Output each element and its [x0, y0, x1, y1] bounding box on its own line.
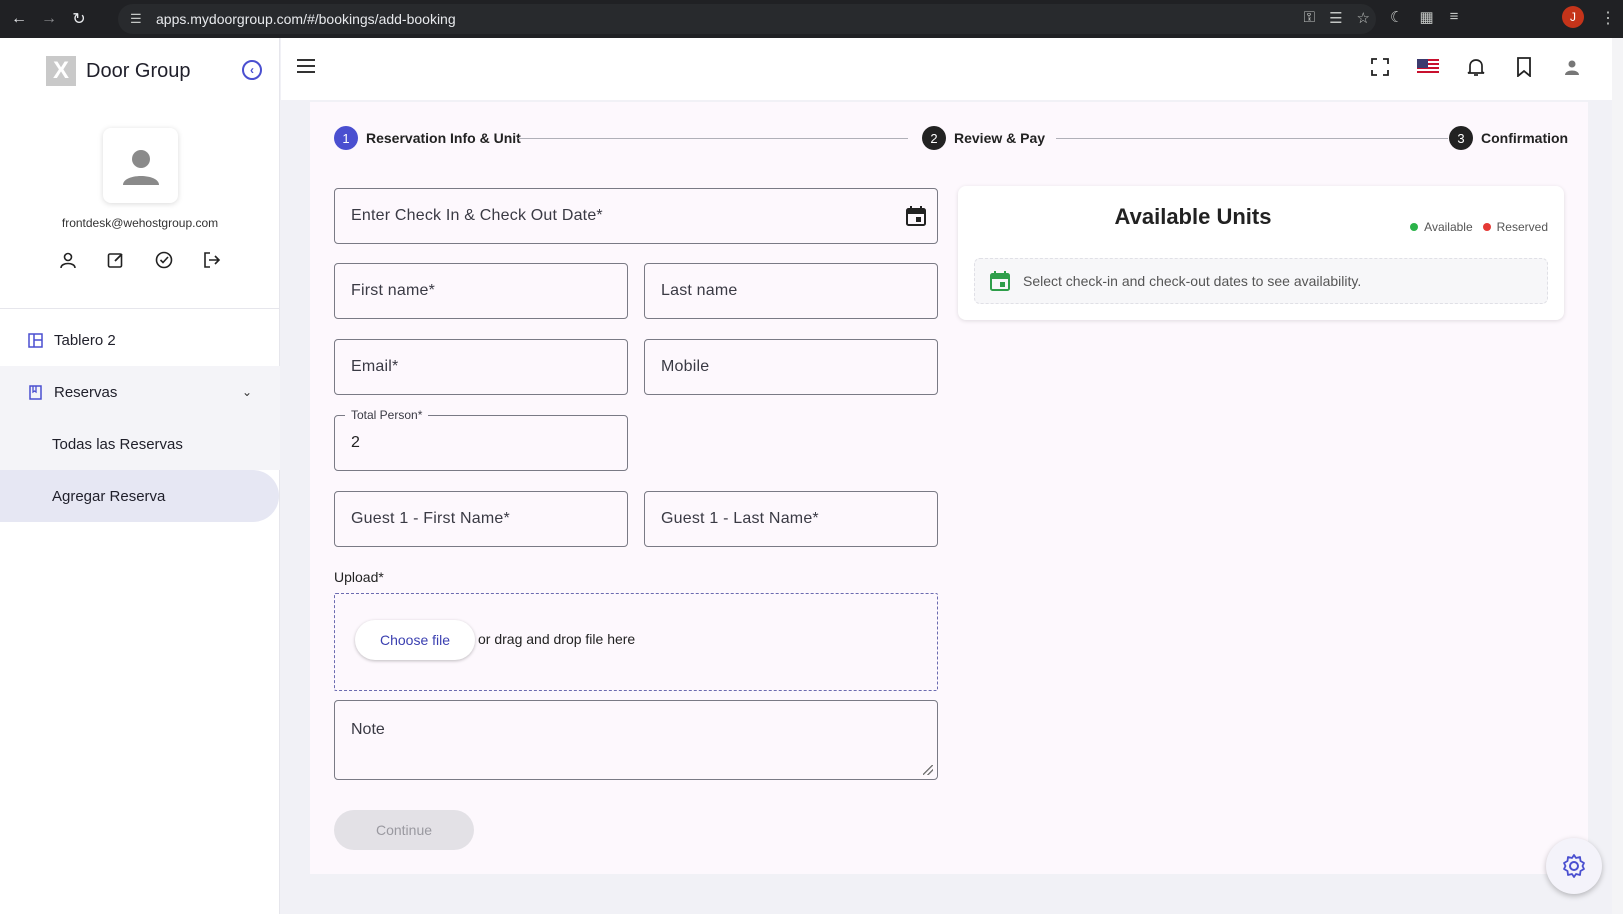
step-label: Reservation Info & Unit — [366, 130, 521, 146]
first-name-placeholder: First name* — [351, 282, 435, 299]
first-name-field[interactable]: First name* — [334, 263, 628, 319]
guest-last-name-field[interactable]: Guest 1 - Last Name* — [644, 491, 938, 547]
notification-bell-icon[interactable] — [1465, 56, 1487, 78]
booking-form-card: 1 Reservation Info & Unit 2 Review & Pay… — [310, 102, 1588, 874]
note-placeholder: Note — [351, 721, 385, 738]
last-name-placeholder: Last name — [661, 282, 738, 299]
reload-icon[interactable]: ↻ — [68, 8, 90, 30]
reserved-dot-icon — [1482, 223, 1491, 231]
available-units-title: Available Units — [1114, 204, 1272, 229]
avatar — [103, 128, 178, 203]
sidebar-item-label: Todas las Reservas — [52, 435, 183, 453]
choose-file-button[interactable]: Choose file — [355, 620, 475, 660]
mobile-placeholder: Mobile — [661, 358, 710, 375]
legend-available: Available — [1424, 220, 1473, 234]
total-person-field[interactable]: Total Person* 2 — [334, 408, 628, 471]
fullscreen-icon[interactable] — [1369, 56, 1391, 78]
collapse-sidebar-icon[interactable]: ‹ — [242, 60, 262, 80]
sidebar-item-label: Tablero 2 — [54, 331, 116, 349]
chevron-down-icon[interactable]: ⌄ — [242, 385, 252, 399]
mobile-field[interactable]: Mobile — [644, 339, 938, 395]
availability-hint: Select check-in and check-out dates to s… — [974, 258, 1548, 304]
calendar-green-icon — [990, 271, 1010, 291]
profile-icon[interactable] — [56, 248, 80, 272]
bookmark-icon[interactable] — [1513, 56, 1535, 78]
reading-list-icon[interactable]: ≡ — [1450, 8, 1459, 26]
forward-icon[interactable]: → — [38, 8, 60, 30]
bookmark-star-icon[interactable]: ☆ — [1357, 9, 1370, 27]
guest-first-name-field[interactable]: Guest 1 - First Name* — [334, 491, 628, 547]
upload-dropzone[interactable]: Choose file or drag and drop file here — [334, 593, 938, 691]
email-field[interactable]: Email* — [334, 339, 628, 395]
available-units-panel: Available Units Available Reserved Selec… — [958, 186, 1564, 320]
step-reservation-info: 1 Reservation Info & Unit — [334, 126, 521, 150]
edit-icon[interactable] — [104, 248, 128, 272]
address-bar[interactable]: ☰ apps.mydoorgroup.com/#/bookings/add-bo… — [118, 4, 1376, 34]
app-header — [281, 38, 1623, 100]
brand-name: Door Group — [86, 59, 191, 82]
check-circle-icon[interactable] — [152, 248, 176, 272]
legend-reserved: Reserved — [1496, 220, 1548, 234]
url-text[interactable]: apps.mydoorgroup.com/#/bookings/add-book… — [156, 11, 456, 27]
last-name-field[interactable]: Last name — [644, 263, 938, 319]
calendar-icon[interactable] — [905, 205, 927, 227]
step-confirmation: 3 Confirmation — [1449, 126, 1568, 150]
note-textarea[interactable]: Note — [334, 700, 938, 780]
user-email: frontdesk@wehostgroup.com — [61, 216, 219, 230]
step-label: Review & Pay — [954, 130, 1046, 146]
step-connector — [518, 138, 908, 139]
site-info-icon[interactable]: ☰ — [130, 11, 148, 27]
step-connector — [1056, 138, 1448, 139]
available-dot-icon — [1410, 223, 1419, 231]
resize-handle-icon[interactable] — [923, 765, 933, 775]
browser-toolbar: ← → ↻ ☰ apps.mydoorgroup.com/#/bookings/… — [0, 0, 1623, 38]
user-menu-icon[interactable] — [1561, 56, 1583, 78]
step-label: Confirmation — [1481, 130, 1569, 146]
sidebar-item-todas-las-reservas[interactable]: Todas las Reservas — [0, 418, 280, 470]
extensions-icon[interactable]: ▦ — [1419, 8, 1433, 26]
booking-stepper: 1 Reservation Info & Unit 2 Review & Pay… — [334, 126, 1568, 152]
continue-button[interactable]: Continue — [334, 810, 474, 850]
page-scrollbar[interactable] — [1612, 38, 1623, 914]
step-number: 3 — [1449, 126, 1473, 150]
availability-legend: Available Reserved — [1410, 220, 1548, 234]
profile-avatar[interactable]: J — [1562, 6, 1584, 28]
browser-menu-icon[interactable]: ⋮ — [1600, 8, 1616, 28]
dashboard-icon — [26, 332, 44, 348]
menu-icon[interactable] — [297, 59, 315, 73]
sidebar-item-reservas[interactable]: Reservas ⌄ — [0, 366, 280, 418]
sidebar-item-label: Agregar Reserva — [52, 487, 166, 505]
sidebar: X Door Group ‹ frontdesk@wehostgroup.com… — [0, 38, 280, 914]
total-person-label: Total Person* — [345, 408, 429, 422]
date-range-placeholder: Enter Check In & Check Out Date* — [351, 207, 603, 224]
back-icon[interactable]: ← — [8, 8, 30, 30]
logout-icon[interactable] — [200, 248, 224, 272]
password-key-icon[interactable]: ⚿ — [1304, 9, 1315, 27]
step-number: 2 — [922, 126, 946, 150]
dark-mode-icon[interactable]: ☾ — [1390, 8, 1403, 26]
total-person-value: 2 — [351, 434, 360, 451]
date-range-input[interactable]: Enter Check In & Check Out Date* — [334, 188, 938, 244]
translate-icon[interactable]: ☰ — [1329, 9, 1342, 27]
brand[interactable]: X Door Group — [46, 56, 191, 86]
guest-last-name-placeholder: Guest 1 - Last Name* — [661, 510, 819, 527]
step-review-pay: 2 Review & Pay — [922, 126, 1045, 150]
gear-icon — [1563, 854, 1585, 878]
guest-first-name-placeholder: Guest 1 - First Name* — [351, 510, 510, 527]
upload-label: Upload* — [334, 569, 384, 585]
bookings-icon — [26, 384, 44, 400]
drag-drop-text: or drag and drop file here — [478, 631, 636, 647]
sidebar-item-tablero[interactable]: Tablero 2 — [0, 314, 280, 366]
step-number: 1 — [334, 126, 358, 150]
availability-hint-text: Select check-in and check-out dates to s… — [1023, 273, 1362, 289]
brand-logo: X — [46, 56, 76, 86]
language-flag-icon[interactable] — [1417, 56, 1439, 78]
sidebar-divider — [0, 308, 280, 309]
settings-fab[interactable] — [1546, 838, 1602, 894]
sidebar-item-label: Reservas — [54, 383, 118, 401]
email-placeholder: Email* — [351, 358, 399, 375]
user-silhouette-icon — [122, 149, 159, 185]
quick-actions — [56, 248, 224, 272]
sidebar-item-agregar-reserva[interactable]: Agregar Reserva — [0, 470, 279, 522]
